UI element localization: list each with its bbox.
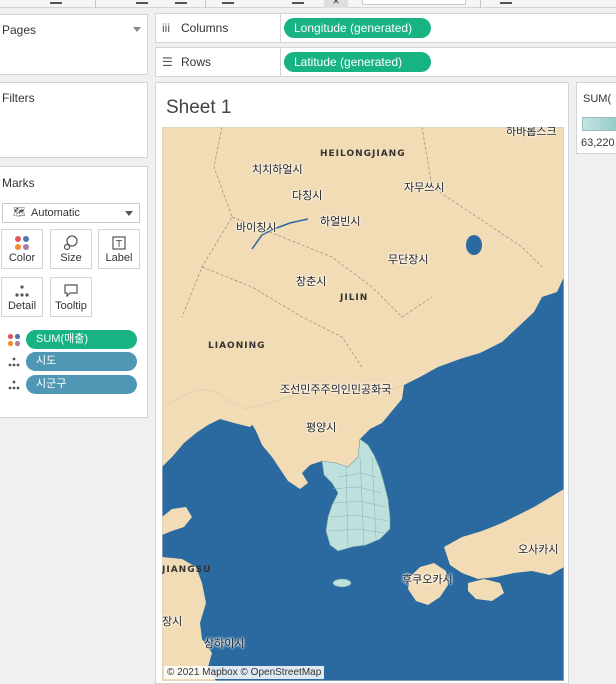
marks-panel: Marks 🗺 Automatic Color Size T Label Det… [0,166,148,418]
toolbar-field[interactable] [362,0,466,5]
toolbar-button[interactable] [292,0,304,4]
color-legend[interactable]: SUM( 63,220 [576,82,616,154]
map-label-harbin: 하얼빈시 [320,215,361,228]
marks-field-sigungu[interactable]: 시군구 [26,375,137,394]
chevron-down-icon [125,211,133,216]
sheet-title: Sheet 1 [166,97,232,118]
legend-title: SUM( [583,93,612,105]
columns-shelf[interactable]: iii Columns Longitude (generated) [155,13,616,43]
map-label-dprk: 조선민주주의인민공화국 [280,383,392,396]
rows-shelf[interactable]: ☰ Rows Latitude (generated) [155,47,616,77]
size-icon [51,235,91,251]
color-icon [7,333,21,350]
columns-icon: iii [162,21,170,35]
map-label-yichun: 바이칭시 [236,221,277,234]
map-label-jilin: JILIN [340,293,369,303]
toolbar-button[interactable] [175,0,187,4]
rows-pill[interactable]: Latitude (generated) [284,52,431,72]
shelf-divider [280,48,281,76]
size-button[interactable]: Size [50,229,92,269]
tooltip-icon [51,283,91,299]
label-icon: T [99,235,139,251]
map-label-khabarovsk: 하바롭스크 [506,127,557,138]
filters-title: Filters [2,91,35,105]
color-button[interactable]: Color [1,229,43,269]
color-icon [2,235,42,251]
shelf-divider [280,14,281,42]
color-button-label: Color [8,252,36,264]
pages-panel[interactable]: Pages [0,14,148,75]
map-label-pyongyang: 평양시 [306,421,337,434]
map-view[interactable]: 하바롭스크 치치하얼시 HEILONGJIANG 다칭시 자무쓰시 바이칭시 하… [162,127,564,681]
map-label-mudanjiang: 무단장시 [388,253,429,266]
rows-icon: ☰ [162,55,173,69]
sheet-view: Sheet 1 하바롭스크 치치하얼시 HEILONGJIANG 다칭시 자무쓰… [155,82,569,684]
map-label-fukuoka: 후쿠오카시 [402,573,453,586]
columns-pill[interactable]: Longitude (generated) [284,18,431,38]
legend-color-bar [582,117,616,131]
marks-field-sido[interactable]: 시도 [26,352,137,371]
toolbar-button[interactable] [136,0,148,4]
columns-label: Columns [181,21,229,35]
chevron-down-icon[interactable] [133,27,141,32]
map-icon: 🗺 [13,207,26,218]
map-label-shanghai: 상하이시 [204,637,245,650]
map-label-shanghai-small: 장시 [162,615,183,628]
map-label-jiamusi: 자무쓰시 [404,181,445,194]
detail-button-label: Detail [7,300,37,312]
map-label-liaoning: LIAONING [208,341,266,351]
map-credit[interactable]: © 2021 Mapbox © OpenStreetMap [164,666,325,679]
filters-panel[interactable]: Filters [0,82,148,158]
map-label-changchun: 창춘시 [296,275,327,288]
marks-field-sum-sales[interactable]: SUM(매출) [26,330,137,349]
detail-button[interactable]: Detail [1,277,43,317]
toolbar-button[interactable] [500,0,512,4]
toolbar-divider [95,0,96,8]
map-canvas [162,127,564,681]
detail-icon [2,283,42,299]
rows-label: Rows [181,55,212,69]
mark-type-label: Automatic [31,207,80,219]
map-label-osaka: 오사카시 [518,543,559,556]
marks-title: Marks [2,176,35,190]
toolbar: ✕ [0,0,616,8]
tooltip-button[interactable]: Tooltip [50,277,92,317]
size-button-label: Size [60,252,82,264]
map-label-jiangsu: JIANGSU [162,565,212,575]
mark-type-dropdown[interactable]: 🗺 Automatic [2,203,140,223]
svg-text:T: T [115,239,123,250]
toolbar-button[interactable] [222,0,234,4]
undo-icon[interactable] [50,0,62,4]
detail-icon [7,355,21,372]
tooltip-button-label: Tooltip [55,300,87,312]
detail-icon [7,378,21,395]
lake-khanka [466,235,482,255]
label-button-label: Label [105,252,133,264]
label-button[interactable]: T Label [98,229,140,269]
map-label-daqing: 다칭시 [292,189,323,202]
clear-sheet-icon[interactable]: ✕ [324,0,348,8]
toolbar-divider [480,0,481,8]
map-label-qiqihar: 치치하얼시 [252,163,303,176]
jeju-land [332,578,352,588]
toolbar-divider [205,0,206,8]
pages-title: Pages [2,23,37,37]
legend-value: 63,220 [581,137,615,149]
map-label-heilongjiang: HEILONGJIANG [320,149,406,159]
